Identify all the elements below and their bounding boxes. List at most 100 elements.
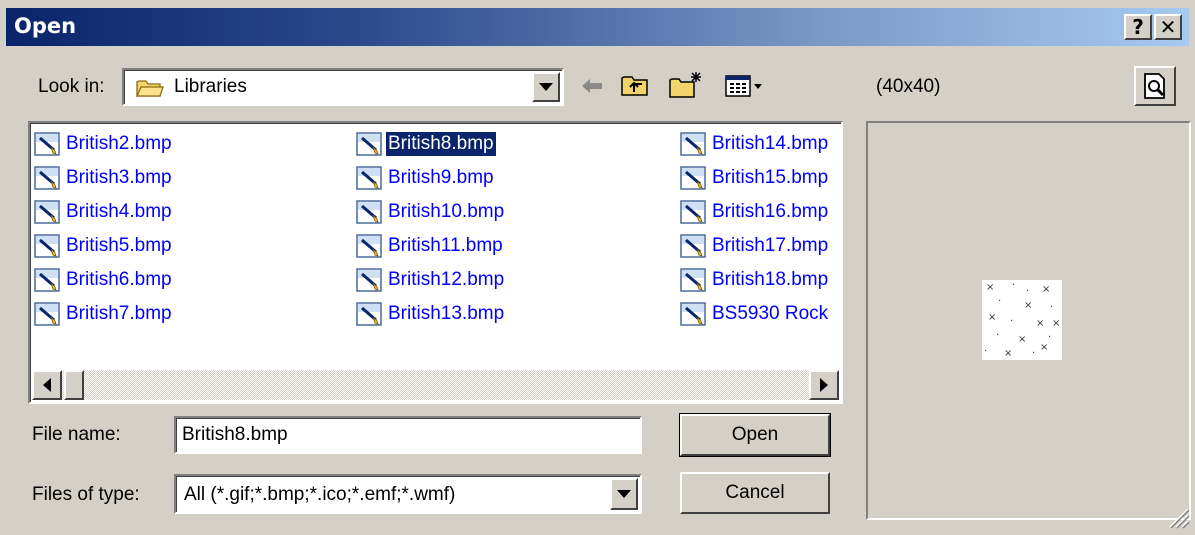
- svg-text:×: ×: [1004, 348, 1012, 359]
- bitmap-file-icon: [356, 268, 382, 292]
- bitmap-file-icon: [680, 132, 706, 156]
- file-list-item-label: British8.bmp: [386, 132, 496, 156]
- file-list-item-label: British13.bmp: [388, 303, 505, 324]
- file-list-item[interactable]: British9.bmp: [356, 161, 506, 195]
- file-list-item-label: BS5930 Rock: [712, 303, 829, 324]
- svg-text:×: ×: [1036, 318, 1044, 329]
- file-list-item-label: British10.bmp: [388, 201, 505, 222]
- arrow-right-icon: [820, 378, 828, 392]
- file-list-item-label: British18.bmp: [712, 269, 829, 290]
- bitmap-file-icon: [356, 234, 382, 258]
- bitmap-file-icon: [34, 234, 60, 258]
- bitmap-file-icon: [34, 302, 60, 326]
- file-list-item[interactable]: British11.bmp: [356, 229, 506, 263]
- bitmap-file-icon: [34, 166, 60, 190]
- look-in-dropdown-button[interactable]: [532, 72, 560, 102]
- file-list-item-label: British11.bmp: [388, 235, 503, 256]
- file-column-2: British8.bmp British9.bmp British10.bmp Bri…: [356, 127, 506, 331]
- svg-text:×: ×: [988, 312, 996, 323]
- bitmap-file-icon: [34, 268, 60, 292]
- svg-text:×: ×: [1018, 334, 1026, 345]
- file-list-item[interactable]: British13.bmp: [356, 297, 506, 331]
- file-list-item[interactable]: British16.bmp: [680, 195, 841, 229]
- file-list-item-label: British2.bmp: [66, 133, 172, 154]
- file-list-item-label: British17.bmp: [712, 235, 829, 256]
- file-list-item[interactable]: British3.bmp: [34, 161, 174, 195]
- bitmap-file-icon: [680, 234, 706, 258]
- title-bar[interactable]: Open ? ✕: [6, 8, 1189, 46]
- bitmap-file-icon: [680, 268, 706, 292]
- file-list-item[interactable]: British10.bmp: [356, 195, 506, 229]
- look-in-dropdown[interactable]: Libraries: [122, 68, 564, 106]
- svg-text:·: ·: [1032, 348, 1035, 359]
- file-list-item[interactable]: British8.bmp: [356, 127, 506, 161]
- svg-text:·: ·: [998, 296, 1001, 307]
- file-list-item-label: British3.bmp: [66, 167, 172, 188]
- svg-text:·: ·: [1026, 286, 1029, 297]
- preview-image: × · × · × · × · × · × · · × · × · ×: [982, 280, 1062, 360]
- back-icon[interactable]: [580, 76, 606, 102]
- bitmap-file-icon: [34, 132, 60, 156]
- file-list-item[interactable]: British7.bmp: [34, 297, 174, 331]
- svg-text:·: ·: [1048, 332, 1051, 343]
- file-list-item[interactable]: British12.bmp: [356, 263, 506, 297]
- file-list-item[interactable]: British6.bmp: [34, 263, 174, 297]
- file-list-item-label: British6.bmp: [66, 269, 172, 290]
- folder-up-icon[interactable]: [620, 72, 650, 104]
- file-list-item[interactable]: British14.bmp: [680, 127, 841, 161]
- svg-text:×: ×: [1024, 300, 1032, 311]
- file-list-item-label: British12.bmp: [388, 269, 505, 290]
- window-title: Open: [14, 14, 77, 38]
- folder-icon: [135, 77, 164, 97]
- file-name-label: File name:: [32, 424, 121, 445]
- look-in-label: Look in:: [38, 76, 105, 97]
- new-folder-icon[interactable]: [668, 70, 704, 106]
- svg-text:·: ·: [1050, 302, 1053, 313]
- open-button[interactable]: Open: [679, 413, 831, 457]
- file-list-item[interactable]: British4.bmp: [34, 195, 174, 229]
- close-button[interactable]: ✕: [1154, 14, 1182, 40]
- file-name-input[interactable]: [174, 416, 642, 454]
- file-list-item[interactable]: British18.bmp: [680, 263, 841, 297]
- arrow-left-icon: [43, 378, 51, 392]
- scroll-right-button[interactable]: [809, 370, 839, 400]
- bitmap-file-icon: [680, 302, 706, 326]
- file-list-item[interactable]: British2.bmp: [34, 127, 174, 161]
- file-list-item-label: British5.bmp: [66, 235, 172, 256]
- svg-text:·: ·: [1010, 316, 1013, 327]
- help-button[interactable]: ?: [1124, 14, 1152, 40]
- resize-grip-icon[interactable]: [1166, 505, 1190, 535]
- file-column-3: British14.bmp British15.bmp British16.bmp B…: [680, 127, 841, 331]
- view-menu-icon[interactable]: [724, 74, 764, 104]
- look-in-value: Libraries: [174, 76, 247, 97]
- files-of-type-dropdown[interactable]: All (*.gif;*.bmp;*.ico;*.emf;*.wmf): [174, 474, 642, 514]
- file-list-item-label: British9.bmp: [388, 167, 494, 188]
- file-column-1: British2.bmp British3.bmp British4.bmp Brit…: [34, 127, 174, 331]
- horizontal-scrollbar[interactable]: [32, 370, 839, 400]
- scroll-thumb[interactable]: [64, 370, 84, 400]
- svg-text:×: ×: [1040, 342, 1048, 353]
- file-list-item-label: British16.bmp: [712, 201, 829, 222]
- file-list-item[interactable]: BS5930 Rock: [680, 297, 841, 331]
- svg-text:·: ·: [996, 330, 999, 341]
- bitmap-file-icon: [34, 200, 60, 224]
- file-list-item-label: British7.bmp: [66, 303, 172, 324]
- scroll-left-button[interactable]: [32, 370, 62, 400]
- preview-size-label: (40x40): [876, 76, 941, 97]
- files-of-type-dropdown-button[interactable]: [610, 478, 638, 510]
- svg-text:×: ×: [986, 282, 994, 293]
- svg-text:·: ·: [1012, 280, 1015, 291]
- bitmap-file-icon: [356, 166, 382, 190]
- file-list-item[interactable]: British17.bmp: [680, 229, 841, 263]
- svg-text:·: ·: [984, 346, 987, 357]
- preview-page-icon: [1142, 72, 1170, 106]
- file-list-item-label: British4.bmp: [66, 201, 172, 222]
- bitmap-file-icon: [356, 132, 382, 156]
- files-of-type-value: All (*.gif;*.bmp;*.ico;*.emf;*.wmf): [184, 484, 456, 505]
- file-list-item[interactable]: British15.bmp: [680, 161, 841, 195]
- cancel-button[interactable]: Cancel: [680, 472, 830, 514]
- file-list[interactable]: British2.bmp British3.bmp British4.bmp Brit…: [28, 121, 843, 404]
- file-list-item-label: British14.bmp: [712, 133, 829, 154]
- preview-toggle-button[interactable]: [1134, 66, 1176, 106]
- file-list-item[interactable]: British5.bmp: [34, 229, 174, 263]
